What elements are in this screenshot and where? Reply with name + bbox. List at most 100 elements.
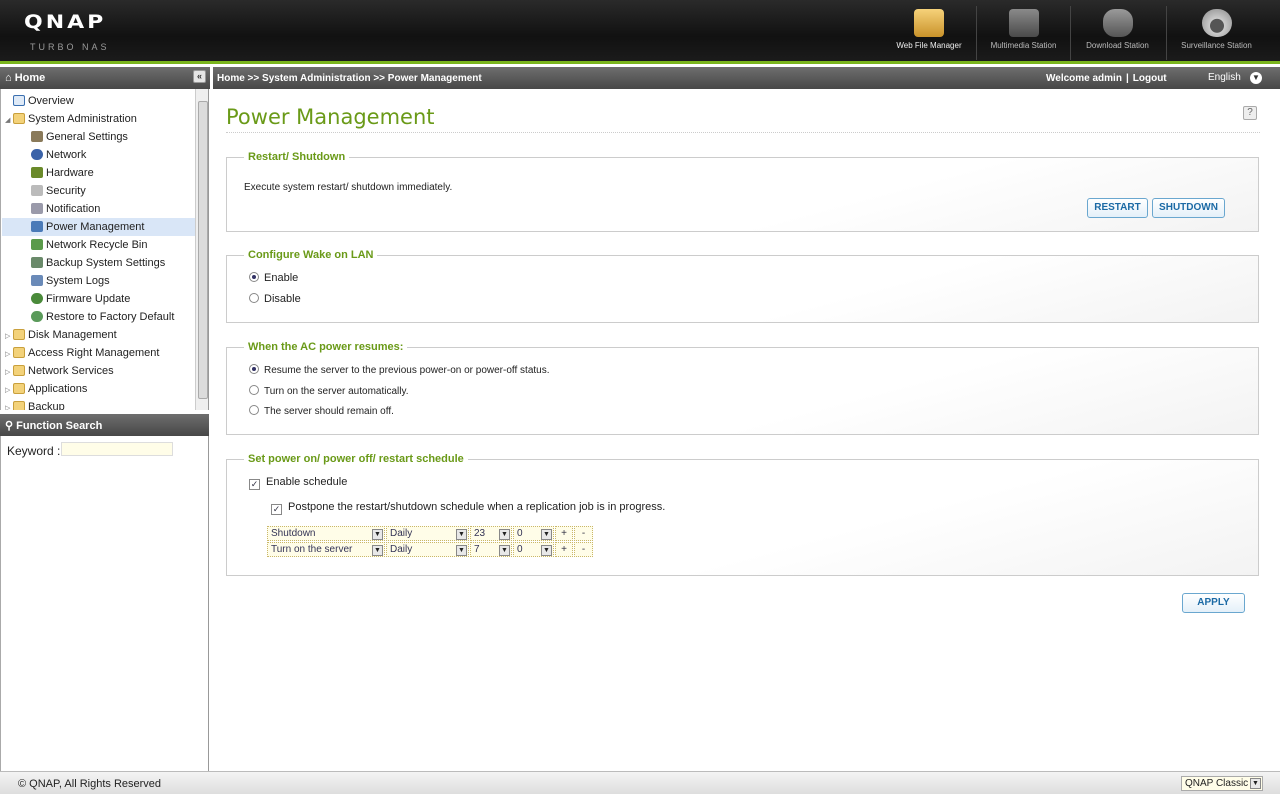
tree-item-overview[interactable]: Overview	[5, 92, 74, 110]
schedule-frequency-select[interactable]: Daily ▼	[386, 526, 469, 541]
postpone-schedule-option[interactable]: ✓ Postpone the restart/shutdown schedule …	[271, 501, 665, 515]
dropdown-arrow-icon[interactable]: ▼	[1250, 778, 1261, 789]
tree-item-firmware-update[interactable]: Firmware Update	[31, 290, 130, 308]
enable-schedule-checkbox[interactable]: ✓	[249, 479, 260, 490]
tree-item-backup[interactable]: ▷ Backup	[5, 398, 65, 410]
add-schedule-button[interactable]: +	[555, 542, 573, 557]
restart-button[interactable]: RESTART	[1087, 198, 1148, 218]
web-file-manager-icon	[914, 9, 944, 37]
tree-item-system-logs[interactable]: System Logs	[31, 272, 110, 290]
welcome-area: Welcome admin | Logout	[1046, 73, 1167, 84]
home-bar: ⌂ Home «	[0, 67, 210, 89]
main-content: Power Management ? Restart/ Shutdown Exe…	[214, 89, 1280, 771]
tree-item-network-services[interactable]: ▷ Network Services	[5, 362, 114, 380]
collapse-sidebar-button[interactable]: «	[193, 70, 206, 83]
dropdown-arrow-icon[interactable]: ▼	[372, 529, 383, 540]
dropdown-arrow-icon[interactable]: ▼	[372, 545, 383, 556]
download-station-icon	[1102, 9, 1133, 37]
schedule-minute-select[interactable]: 0 ▼	[513, 542, 554, 557]
tree-scrollbar[interactable]	[195, 89, 208, 410]
dropdown-arrow-icon[interactable]: ▼	[456, 545, 467, 556]
expanded-arrow-icon[interactable]: ◢	[5, 112, 13, 130]
remove-schedule-button[interactable]: -	[574, 526, 593, 541]
schedule-hour-select[interactable]: 7 ▼	[470, 542, 512, 557]
theme-select[interactable]: QNAP Classic ▼	[1181, 776, 1263, 791]
ac-resume-radio[interactable]	[249, 364, 259, 374]
restart-description: Execute system restart/ shutdown immedia…	[244, 182, 453, 193]
section-title: When the AC power resumes:	[244, 341, 408, 353]
schedule-frequency-select[interactable]: Daily ▼	[386, 542, 469, 557]
enable-schedule-option[interactable]: ✓ Enable schedule	[249, 476, 347, 490]
logout-link[interactable]: Logout	[1133, 73, 1167, 84]
recycle-bin-icon	[31, 239, 43, 250]
keyword-label: Keyword :	[7, 444, 61, 458]
wol-enable-option[interactable]: Enable	[249, 272, 298, 284]
tree-item-network[interactable]: Network	[31, 146, 86, 164]
collapsed-arrow-icon[interactable]: ▷	[5, 400, 13, 410]
download-station-button[interactable]: Download Station	[1070, 6, 1164, 60]
schedule-hour-select[interactable]: 23 ▼	[470, 526, 512, 541]
restore-icon	[31, 311, 43, 322]
power-management-icon	[31, 221, 43, 232]
dropdown-arrow-icon[interactable]: ▼	[456, 529, 467, 540]
tree-item-system-administration[interactable]: ◢ System Administration	[5, 110, 137, 128]
tree-item-access-right-management[interactable]: ▷ Access Right Management	[5, 344, 159, 362]
tree-item-applications[interactable]: ▷ Applications	[5, 380, 87, 398]
breadcrumb[interactable]: Home >> System Administration >> Power M…	[217, 73, 482, 84]
overview-icon	[13, 95, 25, 106]
multimedia-station-icon	[1008, 9, 1039, 37]
tree-item-restore-factory-default[interactable]: Restore to Factory Default	[31, 308, 174, 326]
ac-option-resume[interactable]: Resume the server to the previous power-…	[249, 364, 550, 376]
dropdown-arrow-icon[interactable]: ▼	[499, 545, 510, 556]
tree-item-security[interactable]: Security	[31, 182, 86, 200]
tree-item-network-recycle-bin[interactable]: Network Recycle Bin	[31, 236, 147, 254]
ac-remain-off-radio[interactable]	[249, 405, 259, 415]
notification-icon	[31, 203, 43, 214]
surveillance-station-button[interactable]: Surveillance Station	[1166, 6, 1266, 60]
language-selector[interactable]: English	[1208, 72, 1241, 83]
general-settings-icon	[31, 131, 43, 142]
multimedia-station-button[interactable]: Multimedia Station	[976, 6, 1070, 60]
tree-item-disk-management[interactable]: ▷ Disk Management	[5, 326, 117, 344]
apply-button[interactable]: APPLY	[1182, 593, 1245, 613]
app-header: QNAP TURBO NAS Web File Manager Multimed…	[0, 0, 1280, 64]
shutdown-button[interactable]: SHUTDOWN	[1152, 198, 1225, 218]
page-title: Power Management	[226, 105, 435, 129]
dropdown-arrow-icon[interactable]: ▼	[541, 545, 552, 556]
schedule-action-select[interactable]: Shutdown ▼	[267, 526, 385, 541]
wol-disable-option[interactable]: Disable	[249, 293, 301, 305]
wol-enable-radio[interactable]	[249, 272, 259, 282]
restart-shutdown-section: Restart/ Shutdown Execute system restart…	[226, 151, 1259, 232]
system-logs-icon	[31, 275, 43, 286]
help-icon[interactable]: ?	[1243, 106, 1257, 120]
ac-power-section: When the AC power resumes: Resume the se…	[226, 341, 1259, 435]
tree-item-general-settings[interactable]: General Settings	[31, 128, 128, 146]
tree-item-power-management[interactable]: Power Management	[2, 218, 195, 236]
add-schedule-button[interactable]: +	[555, 526, 573, 541]
backup-settings-icon	[31, 257, 43, 268]
tree-item-backup-system-settings[interactable]: Backup System Settings	[31, 254, 165, 272]
wol-disable-radio[interactable]	[249, 293, 259, 303]
ac-option-turn-on[interactable]: Turn on the server automatically.	[249, 385, 409, 397]
schedule-minute-select[interactable]: 0 ▼	[513, 526, 554, 541]
copyright-text: © QNAP, All Rights Reserved	[18, 778, 162, 790]
section-title: Configure Wake on LAN	[244, 249, 378, 261]
surveillance-station-icon	[1201, 9, 1232, 37]
tree-item-hardware[interactable]: Hardware	[31, 164, 94, 182]
dropdown-arrow-icon[interactable]: ▼	[499, 529, 510, 540]
tree-scrollbar-thumb[interactable]	[198, 101, 208, 399]
web-file-manager-button[interactable]: Web File Manager	[882, 6, 976, 60]
tree-item-notification[interactable]: Notification	[31, 200, 100, 218]
home-label[interactable]: Home	[15, 72, 46, 84]
ac-option-remain-off[interactable]: The server should remain off.	[249, 405, 394, 417]
lock-icon	[31, 185, 43, 196]
qnap-logo: QNAP	[24, 11, 107, 34]
schedule-action-select[interactable]: Turn on the server ▼	[267, 542, 385, 557]
hardware-icon	[31, 167, 43, 178]
keyword-input[interactable]	[61, 442, 173, 456]
dropdown-arrow-icon[interactable]: ▼	[541, 529, 552, 540]
ac-turn-on-radio[interactable]	[249, 385, 259, 395]
postpone-checkbox[interactable]: ✓	[271, 504, 282, 515]
language-dropdown-icon[interactable]: ▼	[1250, 72, 1262, 84]
remove-schedule-button[interactable]: -	[574, 542, 593, 557]
